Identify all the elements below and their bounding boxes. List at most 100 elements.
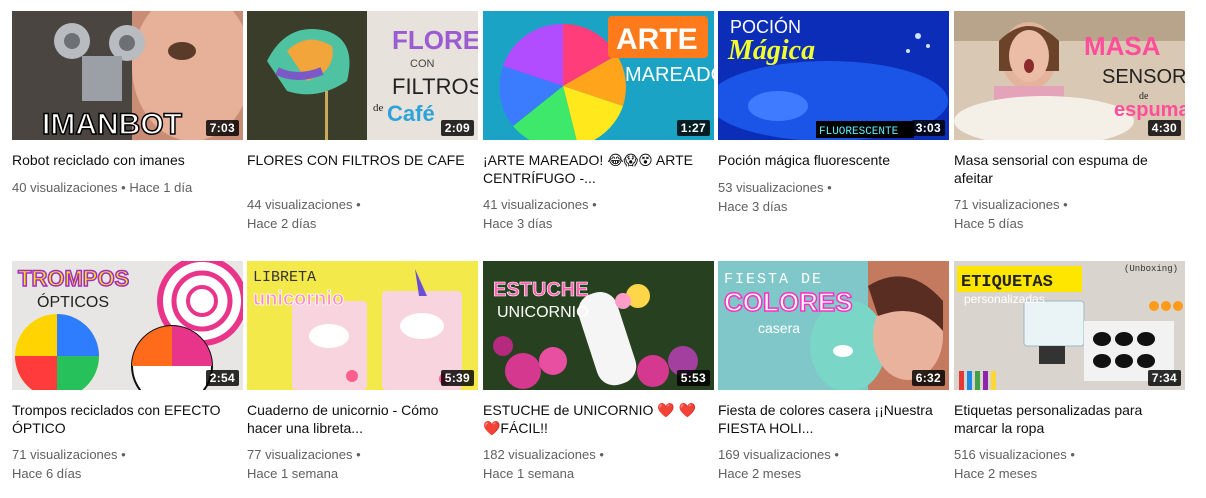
video-card[interactable]: IMANBOT 7:03 Robot reciclado con imanes … (12, 11, 243, 241)
video-title[interactable]: Etiquetas personalizadas para marcar la … (954, 402, 1179, 437)
video-title[interactable]: ESTUCHE de UNICORNIO ❤️ ❤️ ❤️FÁCIL!! (483, 402, 708, 437)
video-title[interactable]: Masa sensorial con espuma de afeitar (954, 152, 1179, 187)
svg-text:FILTROS: FILTROS (392, 74, 478, 99)
svg-text:MASA: MASA (1084, 31, 1161, 61)
video-meta: 41 visualizaciones • Hace 3 días (483, 195, 714, 233)
meta-separator: • (834, 447, 839, 462)
svg-text:LIBRETA: LIBRETA (253, 269, 316, 286)
svg-text:unicornio: unicornio (253, 288, 344, 310)
view-count: 169 visualizaciones (718, 447, 831, 462)
video-card[interactable]: MASA SENSORIAL de espuma 4:30 Masa senso… (954, 11, 1185, 241)
video-title[interactable]: ¡ARTE MAREADO! 😂😱😵 ARTE CENTRÍFUGO -... (483, 152, 708, 187)
svg-text:ARTE: ARTE (616, 23, 698, 56)
video-duration: 2:09 (440, 120, 474, 136)
video-thumbnail[interactable]: ESTUCHE UNICORNIO 5:53 (483, 261, 714, 390)
meta-separator: • (356, 447, 361, 462)
video-row: TROMPOS ÓPTICOS 2:54 Trompos reciclados … (12, 261, 1192, 491)
upload-age: Hace 3 días (718, 199, 788, 214)
video-thumbnail[interactable]: LIBRETA unicornio 5:39 (247, 261, 478, 390)
video-duration: 6:32 (911, 370, 945, 386)
view-count: 516 visualizaciones (954, 447, 1067, 462)
svg-text:ETIQUETAS: ETIQUETAS (961, 273, 1053, 292)
video-title[interactable]: Trompos reciclados con EFECTO ÓPTICO (12, 402, 237, 437)
meta-separator: • (121, 447, 126, 462)
video-card[interactable]: TROMPOS ÓPTICOS 2:54 Trompos reciclados … (12, 261, 243, 491)
video-thumbnail[interactable]: IMANBOT 7:03 (12, 11, 243, 140)
video-meta: 516 visualizaciones • Hace 2 meses (954, 445, 1185, 483)
video-thumbnail[interactable]: ARTE MAREADO 1:27 (483, 11, 714, 140)
svg-text:UNICORNIO: UNICORNIO (497, 304, 589, 321)
video-meta: 71 visualizaciones • Hace 6 días (12, 445, 243, 483)
video-meta: 40 visualizaciones • Hace 1 día (12, 178, 243, 197)
svg-text:Mágica: Mágica (727, 35, 815, 66)
video-thumbnail[interactable]: FLORES CON FILTROS de Café 2:09 (247, 11, 478, 140)
video-duration: 4:30 (1147, 120, 1181, 136)
meta-separator: • (592, 197, 597, 212)
view-count: 77 visualizaciones (247, 447, 353, 462)
view-count: 182 visualizaciones (483, 447, 596, 462)
video-duration: 3:03 (911, 120, 945, 136)
view-count: 41 visualizaciones (483, 197, 589, 212)
video-title[interactable]: FLORES CON FILTROS DE CAFE (247, 152, 472, 170)
meta-separator: • (121, 180, 126, 195)
video-title[interactable]: Robot reciclado con imanes (12, 152, 237, 170)
video-title[interactable]: Fiesta de colores casera ¡¡Nuestra FIEST… (718, 402, 943, 437)
upload-age: Hace 2 meses (954, 466, 1038, 481)
view-count: 71 visualizaciones (12, 447, 118, 462)
title-text: ESTUCHE de UNICORNIO ❤️ ❤️ ❤️FÁCIL!! (483, 402, 697, 436)
video-thumbnail[interactable]: FIESTA DE COLORES casera 6:32 (718, 261, 949, 390)
video-row: IMANBOT 7:03 Robot reciclado con imanes … (12, 11, 1192, 241)
svg-text:ÓPTICOS: ÓPTICOS (37, 292, 109, 311)
video-thumbnail[interactable]: ETIQUETAS personalizadas (Unboxing) 7:34 (954, 261, 1185, 390)
svg-text:FIESTA DE: FIESTA DE (724, 271, 823, 288)
meta-separator: • (1063, 197, 1068, 212)
video-card[interactable]: POCIÓN Mágica FLUORESCENTE 3:03 Poción m… (718, 11, 949, 241)
meta-separator: • (827, 180, 832, 195)
video-duration: 5:53 (676, 370, 710, 386)
video-duration: 7:34 (1147, 370, 1181, 386)
upload-age: Hace 2 días (247, 216, 317, 231)
svg-text:casera: casera (758, 320, 800, 336)
video-thumbnail[interactable]: MASA SENSORIAL de espuma 4:30 (954, 11, 1185, 140)
svg-text:TROMPOS: TROMPOS (18, 266, 129, 291)
video-duration: 1:27 (676, 120, 710, 136)
video-duration: 7:03 (205, 120, 239, 136)
svg-text:ESTUCHE: ESTUCHE (493, 279, 589, 301)
video-title[interactable]: Cuaderno de unicornio - Cómo hacer una l… (247, 402, 472, 437)
upload-age: Hace 2 meses (718, 466, 802, 481)
upload-age: Hace 1 día (129, 180, 193, 195)
video-meta: 71 visualizaciones • Hace 5 días (954, 195, 1185, 233)
video-card[interactable]: ETIQUETAS personalizadas (Unboxing) 7:34… (954, 261, 1185, 491)
video-thumbnail[interactable]: TROMPOS ÓPTICOS 2:54 (12, 261, 243, 390)
meta-separator: • (599, 447, 604, 462)
video-card[interactable]: FLORES CON FILTROS de Café 2:09 FLORES C… (247, 11, 478, 241)
svg-text:SENSORIAL: SENSORIAL (1102, 66, 1185, 88)
svg-text:personalizadas: personalizadas (964, 292, 1045, 306)
svg-text:(Unboxing): (Unboxing) (1124, 264, 1178, 274)
view-count: 40 visualizaciones (12, 180, 118, 195)
svg-text:Café: Café (387, 101, 435, 126)
svg-text:FLORES: FLORES (392, 25, 478, 55)
upload-age: Hace 1 semana (483, 466, 575, 481)
video-meta: 169 visualizaciones • Hace 2 meses (718, 445, 949, 483)
upload-age: Hace 6 días (12, 466, 82, 481)
video-meta: 53 visualizaciones • Hace 3 días (718, 178, 949, 216)
meta-separator: • (356, 197, 361, 212)
view-count: 71 visualizaciones (954, 197, 1060, 212)
video-meta: 44 visualizaciones • Hace 2 días (247, 195, 478, 233)
svg-text:COLORES: COLORES (724, 287, 853, 317)
video-card[interactable]: FIESTA DE COLORES casera 6:32 Fiesta de … (718, 261, 949, 491)
view-count: 53 visualizaciones (718, 180, 824, 195)
thumb-text: IMANBOT (42, 108, 182, 140)
svg-text:MAREADO: MAREADO (625, 64, 714, 86)
video-title[interactable]: Poción mágica fluorescente (718, 152, 943, 170)
meta-separator: • (1070, 447, 1075, 462)
svg-text:espuma: espuma (1114, 99, 1185, 121)
video-thumbnail[interactable]: POCIÓN Mágica FLUORESCENTE 3:03 (718, 11, 949, 140)
video-meta: 182 visualizaciones • Hace 1 semana (483, 445, 714, 483)
video-card[interactable]: ARTE MAREADO 1:27 ¡ARTE MAREADO! 😂😱😵 ART… (483, 11, 714, 241)
svg-text:FLUORESCENTE: FLUORESCENTE (819, 126, 899, 138)
video-card[interactable]: ESTUCHE UNICORNIO 5:53 ESTUCHE de UNICOR… (483, 261, 714, 491)
video-card[interactable]: LIBRETA unicornio 5:39 Cuaderno de unico… (247, 261, 478, 491)
upload-age: Hace 1 semana (247, 466, 339, 481)
